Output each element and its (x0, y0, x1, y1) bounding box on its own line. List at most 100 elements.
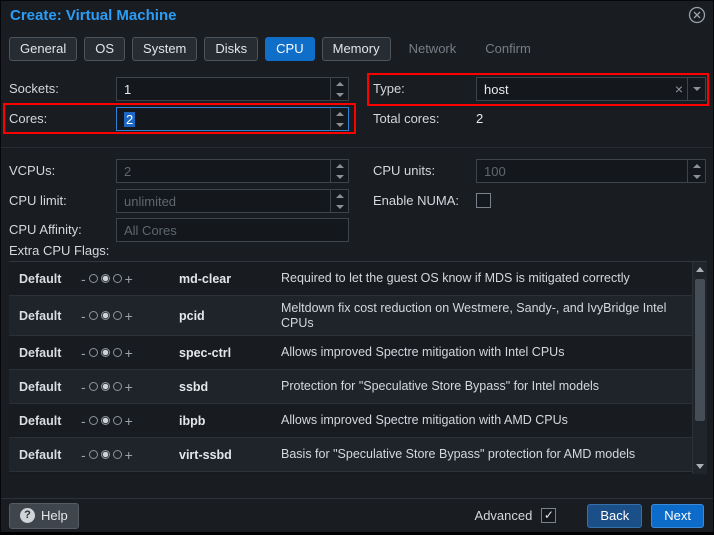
slider-stop-on[interactable] (113, 450, 122, 459)
scrollbar[interactable] (692, 262, 707, 474)
minus-icon[interactable]: - (81, 274, 86, 284)
cores-label: Cores: (9, 107, 47, 131)
spinner-down-button[interactable] (331, 89, 348, 100)
flag-description: Allows improved Spectre mitigation with … (281, 345, 685, 360)
chevron-down-icon (693, 87, 701, 91)
flag-name: ssbd (179, 380, 281, 394)
clear-icon[interactable]: × (671, 81, 687, 97)
slider-stop-default[interactable] (101, 311, 110, 320)
minus-icon[interactable]: - (81, 382, 86, 392)
tab-general[interactable]: General (9, 37, 77, 61)
enable-numa-checkbox[interactable] (476, 193, 491, 208)
flag-default-label: Default (9, 309, 81, 323)
cpu-units-field: 100 (476, 159, 706, 183)
slider-stop-on[interactable] (113, 382, 122, 391)
advanced-label: Advanced (475, 508, 533, 523)
flag-name: pcid (179, 309, 281, 323)
slider-stop-off[interactable] (89, 416, 98, 425)
minus-icon[interactable]: - (81, 311, 86, 321)
slider-stop-off[interactable] (89, 348, 98, 357)
cpu-limit-label: CPU limit: (9, 189, 67, 213)
minus-icon[interactable]: - (81, 450, 86, 460)
flag-state-slider[interactable]: - + (81, 311, 179, 321)
slider-stop-off[interactable] (89, 311, 98, 320)
sockets-field[interactable]: 1 (116, 77, 349, 101)
slider-stop-default[interactable] (101, 382, 110, 391)
flag-name: md-clear (179, 272, 281, 286)
spinner-up-button[interactable] (331, 78, 348, 89)
cores-spinner[interactable] (330, 108, 348, 130)
type-label: Type: (373, 77, 405, 101)
scroll-down-button[interactable] (693, 459, 707, 474)
slider-stop-default[interactable] (101, 416, 110, 425)
slider-stop-default[interactable] (101, 274, 110, 283)
flag-description: Allows improved Spectre mitigation with … (281, 413, 685, 428)
minus-icon[interactable]: - (81, 416, 86, 426)
flag-state-slider[interactable]: - + (81, 348, 179, 358)
cpu-affinity-label: CPU Affinity: (9, 218, 82, 242)
chevron-down-icon (336, 93, 344, 97)
chevron-down-icon (336, 205, 344, 209)
scrollbar-thumb[interactable] (695, 279, 705, 421)
advanced-checkbox[interactable]: ✓ (541, 508, 556, 523)
slider-stop-on[interactable] (113, 311, 122, 320)
cpu-affinity-placeholder: All Cores (124, 223, 177, 238)
slider-stop-on[interactable] (113, 348, 122, 357)
slider-stop-on[interactable] (113, 416, 122, 425)
sockets-spinner[interactable] (330, 78, 348, 100)
plus-icon[interactable]: + (125, 450, 133, 460)
scroll-up-button[interactable] (693, 262, 707, 277)
cpu-units-label: CPU units: (373, 159, 435, 183)
slider-stop-off[interactable] (89, 450, 98, 459)
cpu-type-combo[interactable]: host × (476, 77, 706, 101)
cores-field[interactable]: 2 (116, 107, 349, 131)
flag-name: virt-ssbd (179, 448, 281, 462)
tab-cpu[interactable]: CPU (265, 37, 314, 61)
tab-memory[interactable]: Memory (322, 37, 391, 61)
vcpus-value: 2 (124, 164, 131, 179)
chevron-up-icon (336, 82, 344, 86)
cores-value-selected: 2 (124, 112, 135, 127)
combo-trigger[interactable] (687, 78, 705, 100)
plus-icon[interactable]: + (125, 311, 133, 321)
tab-os[interactable]: OS (84, 37, 125, 61)
plus-icon[interactable]: + (125, 274, 133, 284)
slider-stop-off[interactable] (89, 382, 98, 391)
slider-stop-default[interactable] (101, 348, 110, 357)
flag-default-label: Default (9, 346, 81, 360)
flag-state-slider[interactable]: - + (81, 274, 179, 284)
cpu-limit-field: unlimited (116, 189, 349, 213)
flag-description: Required to let the guest OS know if MDS… (281, 271, 685, 286)
slider-stop-default[interactable] (101, 450, 110, 459)
minus-icon[interactable]: - (81, 348, 86, 358)
spinner-down-button[interactable] (331, 119, 348, 130)
flag-state-slider[interactable]: - + (81, 416, 179, 426)
total-cores-label: Total cores: (373, 107, 439, 131)
plus-icon[interactable]: + (125, 382, 133, 392)
sockets-label: Sockets: (9, 77, 59, 101)
next-button[interactable]: Next (651, 504, 704, 528)
tab-system[interactable]: System (132, 37, 197, 61)
slider-stop-on[interactable] (113, 274, 122, 283)
help-button[interactable]: ? Help (9, 503, 79, 529)
chevron-down-icon (696, 464, 704, 469)
dialog-footer: ? Help Advanced ✓ Back Next (1, 498, 713, 532)
sockets-value: 1 (124, 82, 131, 97)
flag-row-virt-ssbd: Default - + virt-ssbd Basis for "Specula… (9, 438, 707, 472)
plus-icon[interactable]: + (125, 348, 133, 358)
plus-icon[interactable]: + (125, 416, 133, 426)
spinner-up-button[interactable] (331, 108, 348, 119)
flag-state-slider[interactable]: - + (81, 382, 179, 392)
flag-row-pcid: Default - + pcid Meltdown fix cost reduc… (9, 296, 707, 336)
close-icon[interactable] (688, 6, 706, 24)
slider-stop-off[interactable] (89, 274, 98, 283)
flag-row-ssbd: Default - + ssbd Protection for "Specula… (9, 370, 707, 404)
tab-confirm: Confirm (474, 37, 542, 61)
back-button[interactable]: Back (587, 504, 642, 528)
flag-state-slider[interactable]: - + (81, 450, 179, 460)
flag-default-label: Default (9, 272, 81, 286)
tab-disks[interactable]: Disks (204, 37, 258, 61)
tab-network: Network (398, 37, 468, 61)
cpu-affinity-field[interactable]: All Cores (116, 218, 349, 242)
cpu-units-value: 100 (484, 164, 506, 179)
